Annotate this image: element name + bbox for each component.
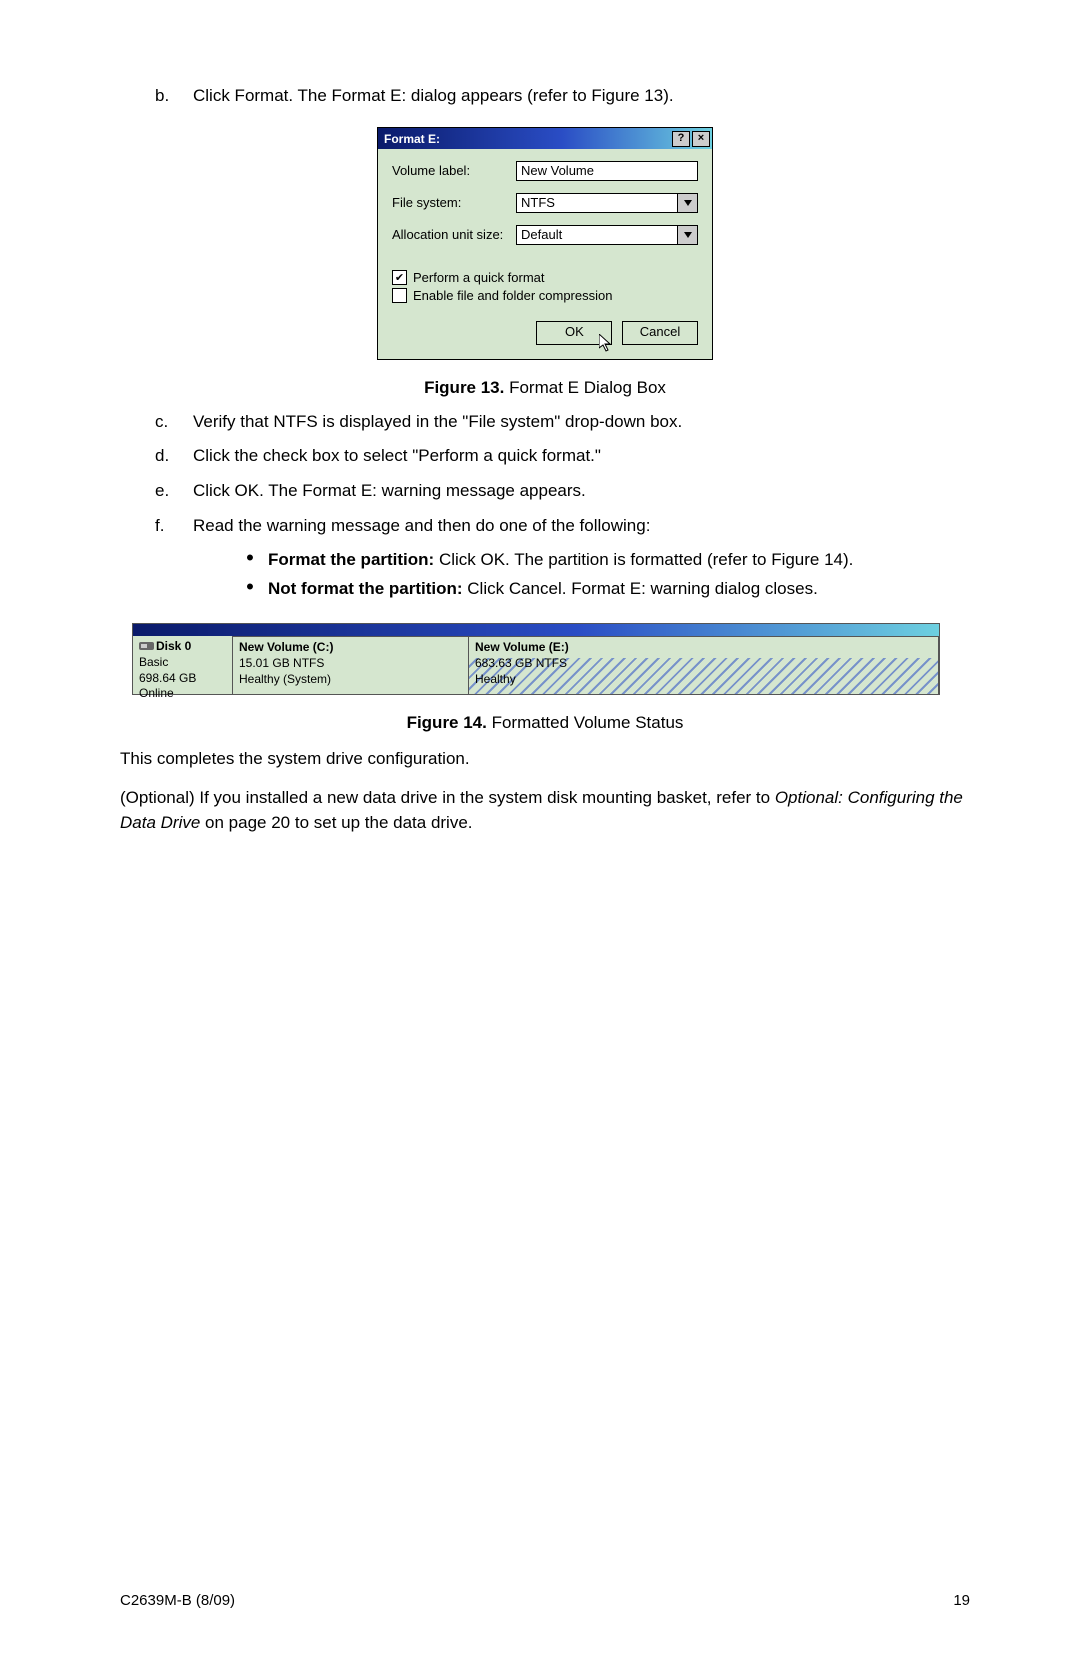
footer-left: C2639M-B (8/09) [120,1592,235,1609]
figure-13: Format E: ? × Volume label: New Volume F… [120,127,970,398]
bullet-dot: • [232,577,268,602]
bullet-list: • Format the partition: Click OK. The pa… [232,548,970,601]
document-page: b. Click Format. The Format E: dialog ap… [0,0,1080,1669]
para-optional-a: (Optional) If you installed a new data d… [120,788,775,807]
ok-button[interactable]: OK [536,321,612,345]
step-letter: d. [155,444,193,469]
step-text: Verify that NTFS is displayed in the "Fi… [193,410,970,435]
volume-label-input[interactable]: New Volume [516,161,698,181]
step-text: Click Format. The Format E: dialog appea… [193,84,970,109]
volume-label-row: Volume label: New Volume [392,161,698,181]
volume-e-health: Healthy [475,672,516,686]
bullet-not-format: • Not format the partition: Click Cancel… [232,577,970,602]
ok-button-label: OK [565,324,584,339]
volume-e-name: New Volume (E:) [475,640,569,654]
figure-13-caption: Figure 13. Format E Dialog Box [120,378,970,398]
step-letter: e. [155,479,193,504]
dialog-title: Format E: [384,132,670,146]
step-text: Click the check box to select "Perform a… [193,444,970,469]
step-b: b. Click Format. The Format E: dialog ap… [155,84,970,109]
compression-row: Enable file and folder compression [392,288,698,303]
volume-c-size: 15.01 GB NTFS [239,656,324,670]
volume-c-cell[interactable]: New Volume (C:) 15.01 GB NTFS Healthy (S… [233,636,469,694]
figure-14-text: Formatted Volume Status [487,713,684,732]
step-c: c. Verify that NTFS is displayed in the … [155,410,970,435]
compression-label: Enable file and folder compression [413,288,612,303]
format-dialog: Format E: ? × Volume label: New Volume F… [377,127,713,360]
volume-label-label: Volume label: [392,163,516,178]
step-letter: b. [155,84,193,109]
volume-c-health: Healthy (System) [239,672,331,686]
figure-13-label: Figure 13. [424,378,504,397]
volume-e-size: 683.63 GB NTFS [475,656,567,670]
disk-row: Disk 0 Basic 698.64 GB Online New Volume… [133,636,939,694]
disk-icon [139,640,154,652]
page-footer: C2639M-B (8/09) 19 [120,1592,970,1609]
disk-name: Disk 0 [139,639,226,655]
file-system-row: File system: NTFS [392,193,698,213]
para-optional-b: on page 20 to set up the data drive. [200,813,472,832]
volume-c-name: New Volume (C:) [239,640,333,654]
figure-14: Figure 14. Formatted Volume Status [120,713,970,733]
disk-status: Online [139,686,226,702]
dialog-titlebar: Format E: ? × [378,128,712,149]
step-text: Read the warning message and then do one… [193,514,970,539]
bullet-rest: Click OK. The partition is formatted (re… [434,550,853,569]
disk-type: Basic [139,655,226,671]
disk-manager-view: Disk 0 Basic 698.64 GB Online New Volume… [132,623,940,695]
allocation-dropdown-icon[interactable] [678,225,698,245]
bullet-text: Not format the partition: Click Cancel. … [268,577,818,602]
bullet-bold: Not format the partition: [268,579,463,598]
allocation-select[interactable]: Default [516,225,678,245]
disk-name-text: Disk 0 [156,639,191,653]
figure-14-label: Figure 14. [407,713,487,732]
figure-14-caption: Figure 14. Formatted Volume Status [120,713,970,733]
step-letter: c. [155,410,193,435]
quick-format-checkbox[interactable]: ✔ [392,270,407,285]
help-button[interactable]: ? [672,131,690,147]
para-complete: This completes the system drive configur… [120,747,970,772]
dialog-body: Volume label: New Volume File system: NT… [378,149,712,359]
bullet-format: • Format the partition: Click OK. The pa… [232,548,970,573]
footer-right: 19 [953,1592,970,1609]
bullet-dot: • [232,548,268,573]
figure-13-text: Format E Dialog Box [504,378,666,397]
close-button[interactable]: × [692,131,710,147]
disk-manager-header-bar [133,624,939,636]
file-system-dropdown-icon[interactable] [678,193,698,213]
cancel-button[interactable]: Cancel [622,321,698,345]
step-f: f. Read the warning message and then do … [155,514,970,539]
cursor-icon [599,334,615,352]
quick-format-row: ✔ Perform a quick format [392,270,698,285]
step-text: Click OK. The Format E: warning message … [193,479,970,504]
disk-info-cell: Disk 0 Basic 698.64 GB Online [133,636,233,694]
step-e: e. Click OK. The Format E: warning messa… [155,479,970,504]
step-letter: f. [155,514,193,539]
dialog-buttons: OK Cancel [392,321,698,345]
allocation-row: Allocation unit size: Default [392,225,698,245]
file-system-select[interactable]: NTFS [516,193,678,213]
file-system-label: File system: [392,195,516,210]
quick-format-label: Perform a quick format [413,270,545,285]
bullet-rest: Click Cancel. Format E: warning dialog c… [463,579,818,598]
disk-size: 698.64 GB [139,671,226,687]
bullet-text: Format the partition: Click OK. The part… [268,548,853,573]
para-optional: (Optional) If you installed a new data d… [120,786,970,835]
allocation-label: Allocation unit size: [392,227,516,242]
compression-checkbox[interactable] [392,288,407,303]
step-d: d. Click the check box to select "Perfor… [155,444,970,469]
bullet-bold: Format the partition: [268,550,434,569]
volume-e-cell[interactable]: New Volume (E:) 683.63 GB NTFS Healthy [469,636,939,694]
